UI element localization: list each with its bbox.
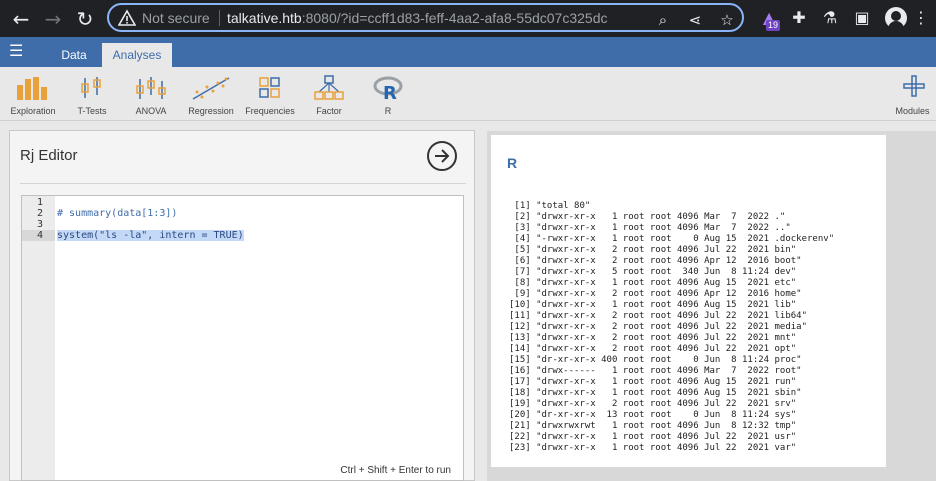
output-line: [11] "drwxr-xr-x 2 root root 4096 Jul 22… [509, 311, 808, 321]
output-line: [19] "drwxr-xr-x 2 root root 4096 Jul 22… [509, 399, 797, 409]
ttests-icon [81, 77, 101, 98]
editor-divider [20, 183, 466, 184]
side-panel-icon[interactable]: ▣ [851, 7, 873, 29]
ttests-button[interactable]: T-Tests [62, 75, 122, 116]
output-line: [14] "drwxr-xr-x 2 root root 4096 Jul 22… [509, 344, 797, 354]
output-line: [21] "drwxrwxrwt 1 root root 4096 Jun 8 … [509, 421, 797, 431]
line-number: 2 [36, 208, 43, 219]
r-console-output: [1] "total 80" [2] "drwxr-xr-x 1 root ro… [509, 201, 834, 454]
zoom-search-icon[interactable]: ⌕ [653, 10, 673, 30]
modules-label: Modules [895, 106, 930, 116]
labs-flask-icon[interactable]: ⚗ [819, 7, 841, 29]
output-line: [3] "drwxr-xr-x 1 root root 4096 Mar 7 2… [509, 223, 791, 233]
output-line: [13] "drwxr-xr-x 2 root root 4096 Jul 22… [509, 333, 797, 343]
r-output-panel: R [1] "total 80" [2] "drwxr-xr-x 1 root … [491, 135, 886, 467]
regression-button[interactable]: Regression [181, 75, 241, 116]
frequencies-icon [259, 77, 280, 98]
run-button[interactable] [427, 141, 457, 171]
line-gutter: 1 2 3 4 [22, 196, 55, 480]
regression-icon [192, 77, 230, 100]
output-line: [15] "dr-xr-xr-x 400 root root 0 Jun 8 1… [509, 355, 802, 365]
tab-data[interactable]: Data [52, 43, 96, 67]
regression-label: Regression [188, 106, 234, 116]
modules-button[interactable]: Modules [884, 75, 936, 116]
output-line: [6] "drwxr-xr-x 2 root root 4096 Apr 12 … [509, 256, 802, 266]
address-bar[interactable]: Not secure talkative.htb:8080/?id=ccff1d… [107, 3, 744, 32]
extensions-puzzle-icon[interactable]: ✚ [788, 7, 810, 29]
output-line: [22] "drwxr-xr-x 1 root root 4096 Jul 22… [509, 432, 797, 442]
bookmark-star-icon[interactable]: ☆ [717, 10, 737, 30]
code-comment-line: # summary(data[1:3]) [57, 208, 178, 219]
factor-button[interactable]: Factor [299, 75, 359, 116]
line-number-active: 4 [22, 230, 55, 241]
output-line: [7] "drwxr-xr-x 5 root root 340 Jun 8 11… [509, 267, 797, 277]
svg-text:R: R [383, 83, 397, 101]
reload-icon[interactable]: ↻ [72, 6, 98, 32]
output-line: [17] "drwxr-xr-x 1 root root 4096 Aug 15… [509, 377, 797, 387]
output-line: [16] "drwx------ 1 root root 4096 Mar 7 … [509, 366, 802, 376]
output-line: [12] "drwxr-xr-x 2 root root 4096 Jul 22… [509, 322, 808, 332]
share-icon[interactable]: ⋖ [685, 10, 705, 30]
factor-label: Factor [316, 106, 342, 116]
frequencies-label: Frequencies [245, 106, 295, 116]
output-line: [2] "drwxr-xr-x 1 root root 4096 Mar 7 2… [509, 212, 786, 222]
url-text[interactable]: talkative.htb:8080/?id=ccff1d83-feff-4aa… [227, 9, 608, 27]
forward-icon[interactable]: → [40, 6, 66, 32]
menu-kebab-icon[interactable]: ⋮ [910, 7, 932, 29]
exploration-button[interactable]: Exploration [3, 75, 63, 116]
anova-label: ANOVA [135, 106, 167, 116]
run-shortcut-hint: Ctrl + Shift + Enter to run [340, 465, 451, 476]
browser-toolbar: ← → ↻ Not secure talkative.htb:8080/?id=… [0, 0, 936, 37]
output-line: [20] "dr-xr-xr-x 13 root root 0 Jun 8 11… [509, 410, 797, 420]
r-logo-icon: R [373, 76, 403, 104]
tab-analyses[interactable]: Analyses [102, 43, 172, 67]
line-number: 1 [36, 197, 43, 208]
url-path: :8080/?id=ccff1d83-feff-4aa2-afa8-55dc07… [301, 10, 608, 26]
output-line: [18] "drwxr-xr-x 1 root root 4096 Aug 15… [509, 388, 802, 398]
output-line: [1] "total 80" [509, 201, 591, 211]
back-icon[interactable]: ← [8, 6, 34, 32]
arrow-right-icon [435, 149, 450, 163]
exploration-label: Exploration [10, 106, 56, 116]
r-label: R [384, 106, 392, 116]
extension-badge: 19 [766, 20, 781, 31]
profile-avatar[interactable] [885, 7, 907, 29]
app-tab-bar: ☰ Data Analyses [0, 37, 936, 67]
output-line: [8] "drwxr-xr-x 1 root root 4096 Aug 15 … [509, 278, 797, 288]
editor-title: Rj Editor [20, 147, 78, 164]
ttests-label: T-Tests [77, 106, 107, 116]
anova-icon [136, 77, 166, 99]
hamburger-menu-icon[interactable]: ☰ [9, 44, 29, 60]
output-line: [23] "drwxr-xr-x 1 root root 4096 Jul 22… [509, 443, 797, 453]
rj-editor-panel: Rj Editor 1 2 3 4 # summary(data[1:3]) s… [9, 130, 475, 481]
code-editor[interactable]: 1 2 3 4 # summary(data[1:3]) system("ls … [21, 195, 464, 481]
not-secure-label: Not secure [142, 10, 210, 26]
output-line: [4] "-rwxr-xr-x 1 root root 0 Aug 15 202… [509, 234, 835, 244]
results-pane: R [1] "total 80" [2] "drwxr-xr-x 1 root … [487, 131, 936, 481]
line-number: 3 [36, 219, 43, 230]
analyses-ribbon: Exploration T-Tests ANOVA Regression Fre… [0, 67, 936, 121]
url-host: talkative.htb [227, 10, 302, 26]
url-divider [219, 10, 220, 26]
output-line: [10] "drwxr-xr-x 1 root root 4096 Aug 15… [509, 300, 797, 310]
warning-icon[interactable] [118, 9, 136, 27]
anova-button[interactable]: ANOVA [121, 75, 181, 116]
modules-plus-icon [903, 75, 925, 97]
output-line: [9] "drwxr-xr-x 2 root root 4096 Apr 12 … [509, 289, 802, 299]
exploration-icon [17, 77, 47, 100]
results-heading: R [507, 155, 518, 171]
code-selected-line[interactable]: system("ls -la", intern = TRUE) [57, 230, 244, 241]
r-button[interactable]: R R [358, 75, 418, 116]
output-line: [5] "drwxr-xr-x 2 root root 4096 Jul 22 … [509, 245, 797, 255]
frequencies-button[interactable]: Frequencies [240, 75, 300, 116]
factor-icon [314, 75, 344, 100]
